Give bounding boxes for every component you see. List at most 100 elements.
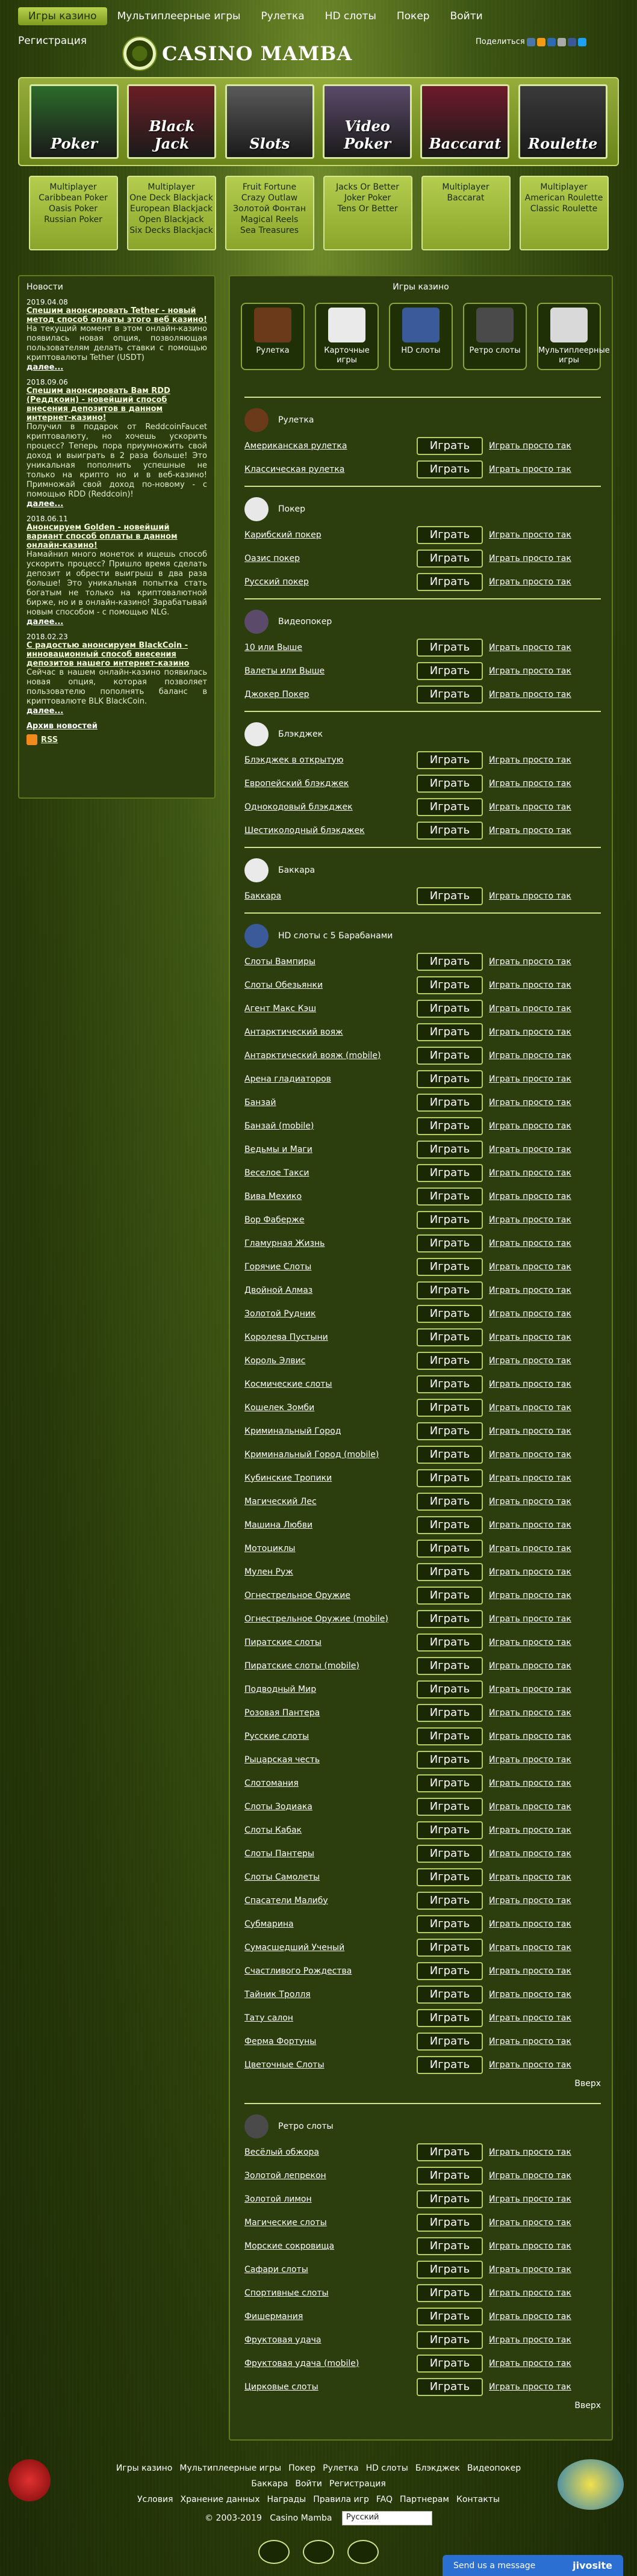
- play-button[interactable]: Играть: [417, 1891, 483, 1910]
- footer-link[interactable]: Награды: [267, 2495, 306, 2504]
- footer-link[interactable]: Правила игр: [313, 2495, 369, 2504]
- play-button[interactable]: Играть: [417, 1445, 483, 1464]
- play-button[interactable]: Играть: [417, 549, 483, 568]
- news-title-link[interactable]: Анонсируем Golden - новейший вариант спо…: [26, 523, 207, 550]
- play-free-link[interactable]: Играть просто так: [489, 2288, 571, 2298]
- play-button[interactable]: Играть: [417, 1821, 483, 1839]
- play-free-link[interactable]: Играть просто так: [489, 1403, 571, 1413]
- facebook-icon[interactable]: [567, 37, 576, 46]
- play-free-link[interactable]: Играть просто так: [489, 1919, 571, 1929]
- register-link[interactable]: Регистрация: [18, 35, 87, 47]
- play-button[interactable]: Играть: [417, 572, 483, 591]
- game-name-link[interactable]: Слотомания: [244, 1779, 420, 1788]
- play-free-link[interactable]: Играть просто так: [489, 643, 571, 652]
- play-button[interactable]: Играть: [417, 2377, 483, 2396]
- play-free-link[interactable]: Играть просто так: [489, 1051, 571, 1060]
- submenu-link[interactable]: Oasis Poker: [30, 203, 117, 214]
- game-name-link[interactable]: Сумасшедший Ученый: [244, 1943, 420, 1952]
- game-name-link[interactable]: Тайник Тролля: [244, 1990, 420, 1999]
- play-free-link[interactable]: Играть просто так: [489, 2147, 571, 2157]
- play-free-link[interactable]: Играть просто так: [489, 1567, 571, 1577]
- play-button[interactable]: Играть: [417, 1586, 483, 1605]
- play-free-link[interactable]: Играть просто так: [489, 1333, 571, 1342]
- play-free-link[interactable]: Играть просто так: [489, 1990, 571, 1999]
- footer-link[interactable]: Рулетка: [323, 2463, 358, 2473]
- game-name-link[interactable]: Спортивные слоты: [244, 2288, 420, 2298]
- footer-link[interactable]: Хранение данных: [180, 2495, 259, 2504]
- news-more-link[interactable]: далее...: [26, 618, 207, 627]
- category-tile[interactable]: Мультиплеерные игры: [537, 303, 610, 370]
- play-button[interactable]: Играть: [417, 1609, 483, 1628]
- play-free-link[interactable]: Играть просто так: [489, 1661, 571, 1671]
- submenu-link[interactable]: Six Decks Blackjack: [128, 225, 215, 236]
- play-free-link[interactable]: Играть просто так: [489, 2359, 571, 2368]
- game-name-link[interactable]: Подводный Мир: [244, 1685, 420, 1694]
- game-name-link[interactable]: Машина Любви: [244, 1520, 420, 1530]
- game-name-link[interactable]: Банзай (mobile): [244, 1121, 420, 1131]
- play-free-link[interactable]: Играть просто так: [489, 1473, 571, 1483]
- play-button[interactable]: Играть: [417, 976, 483, 994]
- play-button[interactable]: Играть: [417, 1140, 483, 1159]
- game-name-link[interactable]: Американская рулетка: [244, 441, 420, 451]
- play-button[interactable]: Играть: [417, 1492, 483, 1511]
- game-tile-1[interactable]: Black Jack: [127, 84, 217, 159]
- footer-link[interactable]: Регистрация: [329, 2479, 386, 2489]
- play-button[interactable]: Играть: [417, 661, 483, 680]
- submenu-link[interactable]: Caribbean Poker: [30, 193, 117, 203]
- category-tile[interactable]: Рулетка: [241, 303, 305, 370]
- submenu-link[interactable]: Joker Poker: [325, 193, 411, 203]
- play-button[interactable]: Играть: [417, 2307, 483, 2326]
- play-free-link[interactable]: Играть просто так: [489, 1286, 571, 1295]
- play-button[interactable]: Играть: [417, 2008, 483, 2027]
- footer-link[interactable]: HD слоты: [366, 2463, 408, 2473]
- submenu-link[interactable]: Jacks Or Better: [325, 182, 411, 193]
- play-free-link[interactable]: Играть просто так: [489, 1262, 571, 1272]
- game-name-link[interactable]: Классическая рулетка: [244, 465, 420, 474]
- game-tile-3[interactable]: Video Poker: [323, 84, 412, 159]
- play-button[interactable]: Играть: [417, 1680, 483, 1698]
- play-free-link[interactable]: Играть просто так: [489, 1591, 571, 1600]
- scroll-up-link[interactable]: Вверх: [574, 2401, 601, 2410]
- play-free-link[interactable]: Играть просто так: [489, 1215, 571, 1225]
- play-free-link[interactable]: Играть просто так: [489, 690, 571, 699]
- game-name-link[interactable]: Фруктовая удача (mobile): [244, 2359, 420, 2368]
- play-free-link[interactable]: Играть просто так: [489, 577, 571, 587]
- play-button[interactable]: Играть: [417, 821, 483, 840]
- play-button[interactable]: Играть: [417, 1328, 483, 1346]
- nav-item[interactable]: Войти: [440, 7, 493, 25]
- play-free-link[interactable]: Играть просто так: [489, 1356, 571, 1366]
- play-button[interactable]: Играть: [417, 1281, 483, 1299]
- play-free-link[interactable]: Играть просто так: [489, 2335, 571, 2345]
- game-name-link[interactable]: Шестиколодный блэкджек: [244, 826, 420, 835]
- game-tile-2[interactable]: Slots: [225, 84, 314, 159]
- rss-link[interactable]: RSS: [26, 734, 207, 745]
- play-button[interactable]: Играть: [417, 1070, 483, 1088]
- game-name-link[interactable]: Субмарина: [244, 1919, 420, 1929]
- play-free-link[interactable]: Играть просто так: [489, 1779, 571, 1788]
- language-select[interactable]: Русский: [341, 2511, 432, 2525]
- footer-link[interactable]: Мультиплеерные игры: [179, 2463, 281, 2473]
- footer-link[interactable]: Условия: [137, 2495, 173, 2504]
- play-free-link[interactable]: Играть просто так: [489, 779, 571, 788]
- game-name-link[interactable]: Слоты Пантеры: [244, 1849, 420, 1859]
- play-button[interactable]: Играть: [417, 1046, 483, 1065]
- game-tile-0[interactable]: Poker: [30, 84, 119, 159]
- play-button[interactable]: Играть: [417, 1398, 483, 1417]
- play-free-link[interactable]: Играть просто так: [489, 2218, 571, 2228]
- play-button[interactable]: Играть: [417, 1797, 483, 1816]
- game-name-link[interactable]: Русские слоты: [244, 1732, 420, 1741]
- category-tile[interactable]: HD слоты: [389, 303, 453, 370]
- game-name-link[interactable]: Огнестрельное Оружие (mobile): [244, 1614, 420, 1624]
- play-free-link[interactable]: Играть просто так: [489, 1708, 571, 1718]
- play-free-link[interactable]: Играть просто так: [489, 1802, 571, 1812]
- play-free-link[interactable]: Играть просто так: [489, 1544, 571, 1553]
- play-free-link[interactable]: Играть просто так: [489, 1426, 571, 1436]
- play-button[interactable]: Играть: [417, 525, 483, 544]
- play-free-link[interactable]: Играть просто так: [489, 554, 571, 563]
- nav-item[interactable]: Игры казино: [18, 7, 107, 25]
- play-button[interactable]: Играть: [417, 1234, 483, 1252]
- news-more-link[interactable]: далее...: [26, 500, 207, 509]
- game-name-link[interactable]: Русский покер: [244, 577, 420, 587]
- play-button[interactable]: Играть: [417, 1116, 483, 1135]
- play-button[interactable]: Играть: [417, 1516, 483, 1534]
